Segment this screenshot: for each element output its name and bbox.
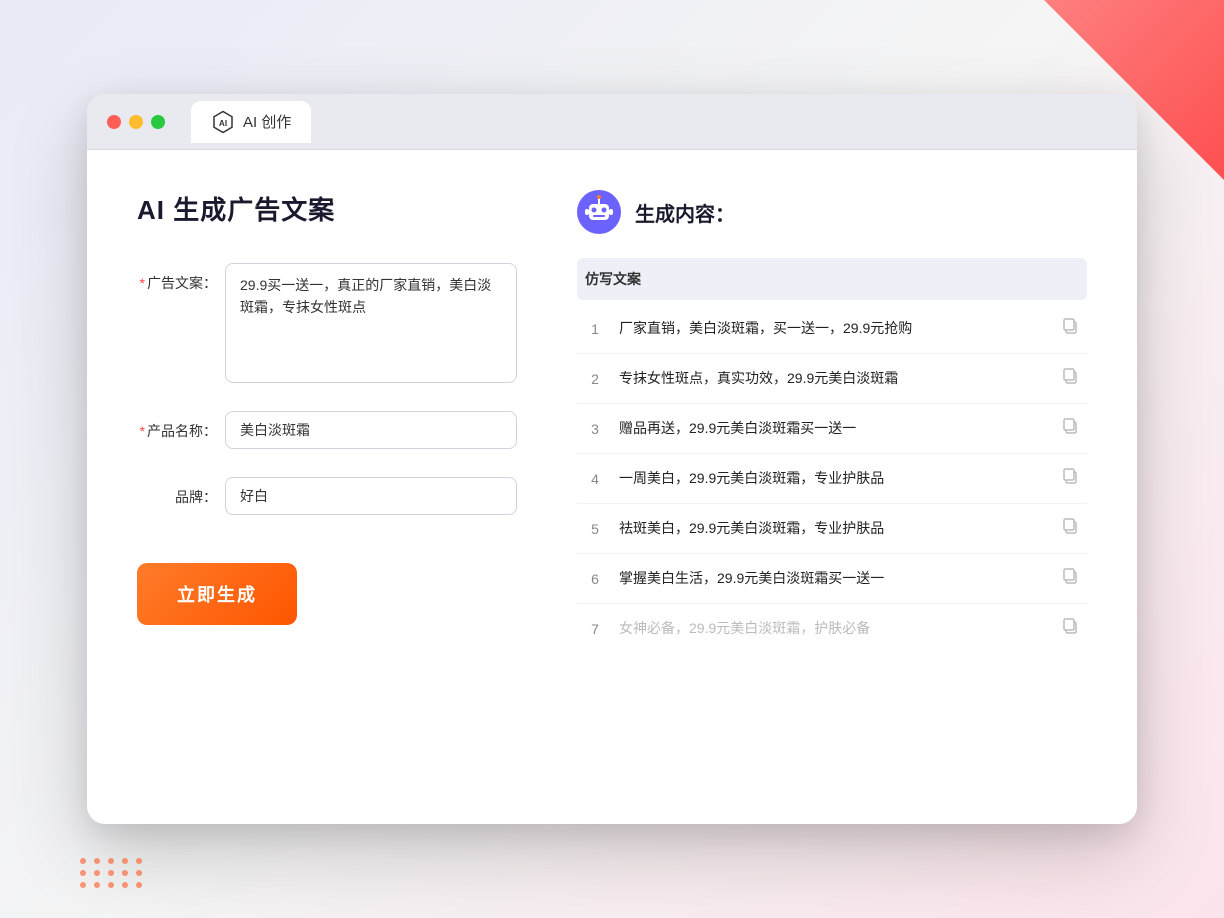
list-item: 3 赠品再送，29.9元美白淡斑霜买一送一: [577, 404, 1087, 454]
decorative-dots: [80, 858, 144, 888]
copy-button[interactable]: [1061, 417, 1079, 440]
product-name-label: *产品名称：: [137, 411, 217, 441]
copy-button[interactable]: [1061, 367, 1079, 390]
copy-button[interactable]: [1061, 467, 1079, 490]
result-text: 女神必备，29.9元美白淡斑霜，护肤必备: [619, 618, 1047, 639]
result-index: 7: [585, 621, 605, 637]
result-index: 6: [585, 571, 605, 587]
brand-label: 品牌：: [137, 477, 217, 507]
right-panel: 生成内容： 仿写文案 1 厂家直销，美白淡斑霜，买一送一，29.9元抢购 2 专抹女性…: [577, 190, 1087, 784]
title-bar: AI AI 创作: [87, 94, 1137, 150]
list-item: 4 一周美白，29.9元美白淡斑霜，专业护肤品: [577, 454, 1087, 504]
required-star-2: *: [140, 423, 145, 439]
close-button[interactable]: [107, 115, 121, 129]
copy-button[interactable]: [1061, 567, 1079, 590]
result-text: 厂家直销，美白淡斑霜，买一送一，29.9元抢购: [619, 318, 1047, 339]
minimize-button[interactable]: [129, 115, 143, 129]
results-list: 1 厂家直销，美白淡斑霜，买一送一，29.9元抢购 2 专抹女性斑点，真实功效，29.…: [577, 304, 1087, 653]
result-text: 一周美白，29.9元美白淡斑霜，专业护肤品: [619, 468, 1047, 489]
column-header: 仿写文案: [577, 258, 1087, 300]
list-item: 1 厂家直销，美白淡斑霜，买一送一，29.9元抢购: [577, 304, 1087, 354]
svg-text:AI: AI: [219, 118, 227, 127]
page-title: AI 生成广告文案: [137, 190, 517, 227]
ad-copy-label-text: 广告文案：: [147, 275, 217, 291]
ai-tab-icon: AI: [211, 110, 235, 134]
result-text: 祛斑美白，29.9元美白淡斑霜，专业护肤品: [619, 518, 1047, 539]
result-index: 1: [585, 321, 605, 337]
traffic-lights: [107, 115, 165, 129]
list-item: 6 掌握美白生活，29.9元美白淡斑霜买一送一: [577, 554, 1087, 604]
brand-input[interactable]: [225, 477, 517, 515]
copy-button[interactable]: [1061, 617, 1079, 640]
robot-icon: [577, 190, 621, 234]
copy-button[interactable]: [1061, 517, 1079, 540]
product-name-label-text: 产品名称：: [147, 423, 217, 439]
product-name-input[interactable]: [225, 411, 517, 449]
result-text: 专抹女性斑点，真实功效，29.9元美白淡斑霜: [619, 368, 1047, 389]
product-name-group: *产品名称：: [137, 411, 517, 449]
ad-copy-input[interactable]: [225, 263, 517, 383]
result-text: 掌握美白生活，29.9元美白淡斑霜买一送一: [619, 568, 1047, 589]
result-index: 3: [585, 421, 605, 437]
result-text: 赠品再送，29.9元美白淡斑霜买一送一: [619, 418, 1047, 439]
ad-copy-label: *广告文案：: [137, 263, 217, 293]
list-item: 7 女神必备，29.9元美白淡斑霜，护肤必备: [577, 604, 1087, 653]
brand-group: 品牌：: [137, 477, 517, 515]
result-index: 5: [585, 521, 605, 537]
browser-window: AI AI 创作 AI 生成广告文案 *广告文案： *产品名称：: [87, 94, 1137, 824]
tab-ai-creation[interactable]: AI AI 创作: [191, 101, 311, 143]
left-panel: AI 生成广告文案 *广告文案： *产品名称： 品牌： 立: [137, 190, 517, 784]
result-index: 2: [585, 371, 605, 387]
ad-copy-group: *广告文案：: [137, 263, 517, 383]
results-title: 生成内容：: [635, 198, 735, 227]
list-item: 2 专抹女性斑点，真实功效，29.9元美白淡斑霜: [577, 354, 1087, 404]
results-header: 生成内容：: [577, 190, 1087, 234]
result-index: 4: [585, 471, 605, 487]
copy-button[interactable]: [1061, 317, 1079, 340]
maximize-button[interactable]: [151, 115, 165, 129]
list-item: 5 祛斑美白，29.9元美白淡斑霜，专业护肤品: [577, 504, 1087, 554]
tab-label: AI 创作: [243, 111, 291, 132]
required-star-1: *: [140, 275, 145, 291]
main-content: AI 生成广告文案 *广告文案： *产品名称： 品牌： 立: [87, 150, 1137, 824]
submit-button[interactable]: 立即生成: [137, 563, 297, 625]
